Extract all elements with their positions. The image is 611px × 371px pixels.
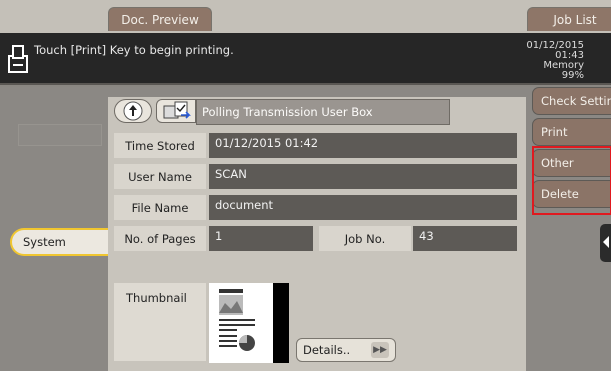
up-arrow-icon bbox=[123, 101, 143, 121]
highlight-box bbox=[532, 146, 611, 215]
thumbnail-label-box: Thumbnail bbox=[114, 283, 206, 361]
file-info-panel: Polling Transmission User Box Time Store… bbox=[108, 97, 526, 371]
side-panel-tab[interactable] bbox=[600, 224, 611, 262]
pages-value: 1 bbox=[209, 226, 313, 251]
tab-job-list[interactable]: Job List bbox=[527, 7, 611, 31]
user-box-button[interactable] bbox=[156, 99, 196, 123]
job-no-label: Job No. bbox=[319, 226, 411, 251]
time-stored-label: Time Stored bbox=[114, 133, 206, 158]
file-name-value: document bbox=[209, 195, 517, 220]
tab-doc-preview[interactable]: Doc. Preview bbox=[108, 7, 212, 31]
printer-icon bbox=[7, 42, 29, 80]
status-bar: Touch [Print] Key to begin printing. 01/… bbox=[0, 33, 611, 85]
file-name-label: File Name bbox=[114, 195, 206, 220]
system-button[interactable]: System bbox=[10, 228, 108, 256]
status-message: Touch [Print] Key to begin printing. bbox=[34, 43, 234, 57]
print-button[interactable]: Print bbox=[532, 118, 611, 146]
thumbnail-label: Thumbnail bbox=[126, 291, 187, 305]
inactive-field bbox=[18, 124, 102, 146]
left-arrow-icon bbox=[603, 236, 609, 248]
user-name-value: SCAN bbox=[209, 164, 517, 189]
box-title: Polling Transmission User Box bbox=[196, 99, 450, 125]
status-info: 01/12/2015 01:43 Memory 99% bbox=[526, 41, 584, 81]
up-button[interactable] bbox=[114, 99, 152, 123]
details-label: Details.. bbox=[303, 343, 351, 357]
job-no-value: 43 bbox=[413, 226, 517, 251]
check-setting-button[interactable]: Check Setting bbox=[532, 87, 611, 115]
thumbnail-image bbox=[209, 283, 289, 363]
time-stored-value: 01/12/2015 01:42 bbox=[209, 133, 517, 158]
user-box-icon bbox=[163, 101, 191, 119]
details-button[interactable]: Details.. ▶▶ bbox=[296, 338, 396, 362]
pages-label: No. of Pages bbox=[114, 226, 206, 251]
thumbnail-edge bbox=[273, 283, 289, 363]
content-area: System Polling Transmission User Box Tim… bbox=[0, 87, 611, 371]
top-band bbox=[0, 0, 611, 33]
user-name-label: User Name bbox=[114, 164, 206, 189]
double-right-arrow-icon: ▶▶ bbox=[371, 342, 389, 358]
memory-value: 99% bbox=[561, 70, 584, 81]
